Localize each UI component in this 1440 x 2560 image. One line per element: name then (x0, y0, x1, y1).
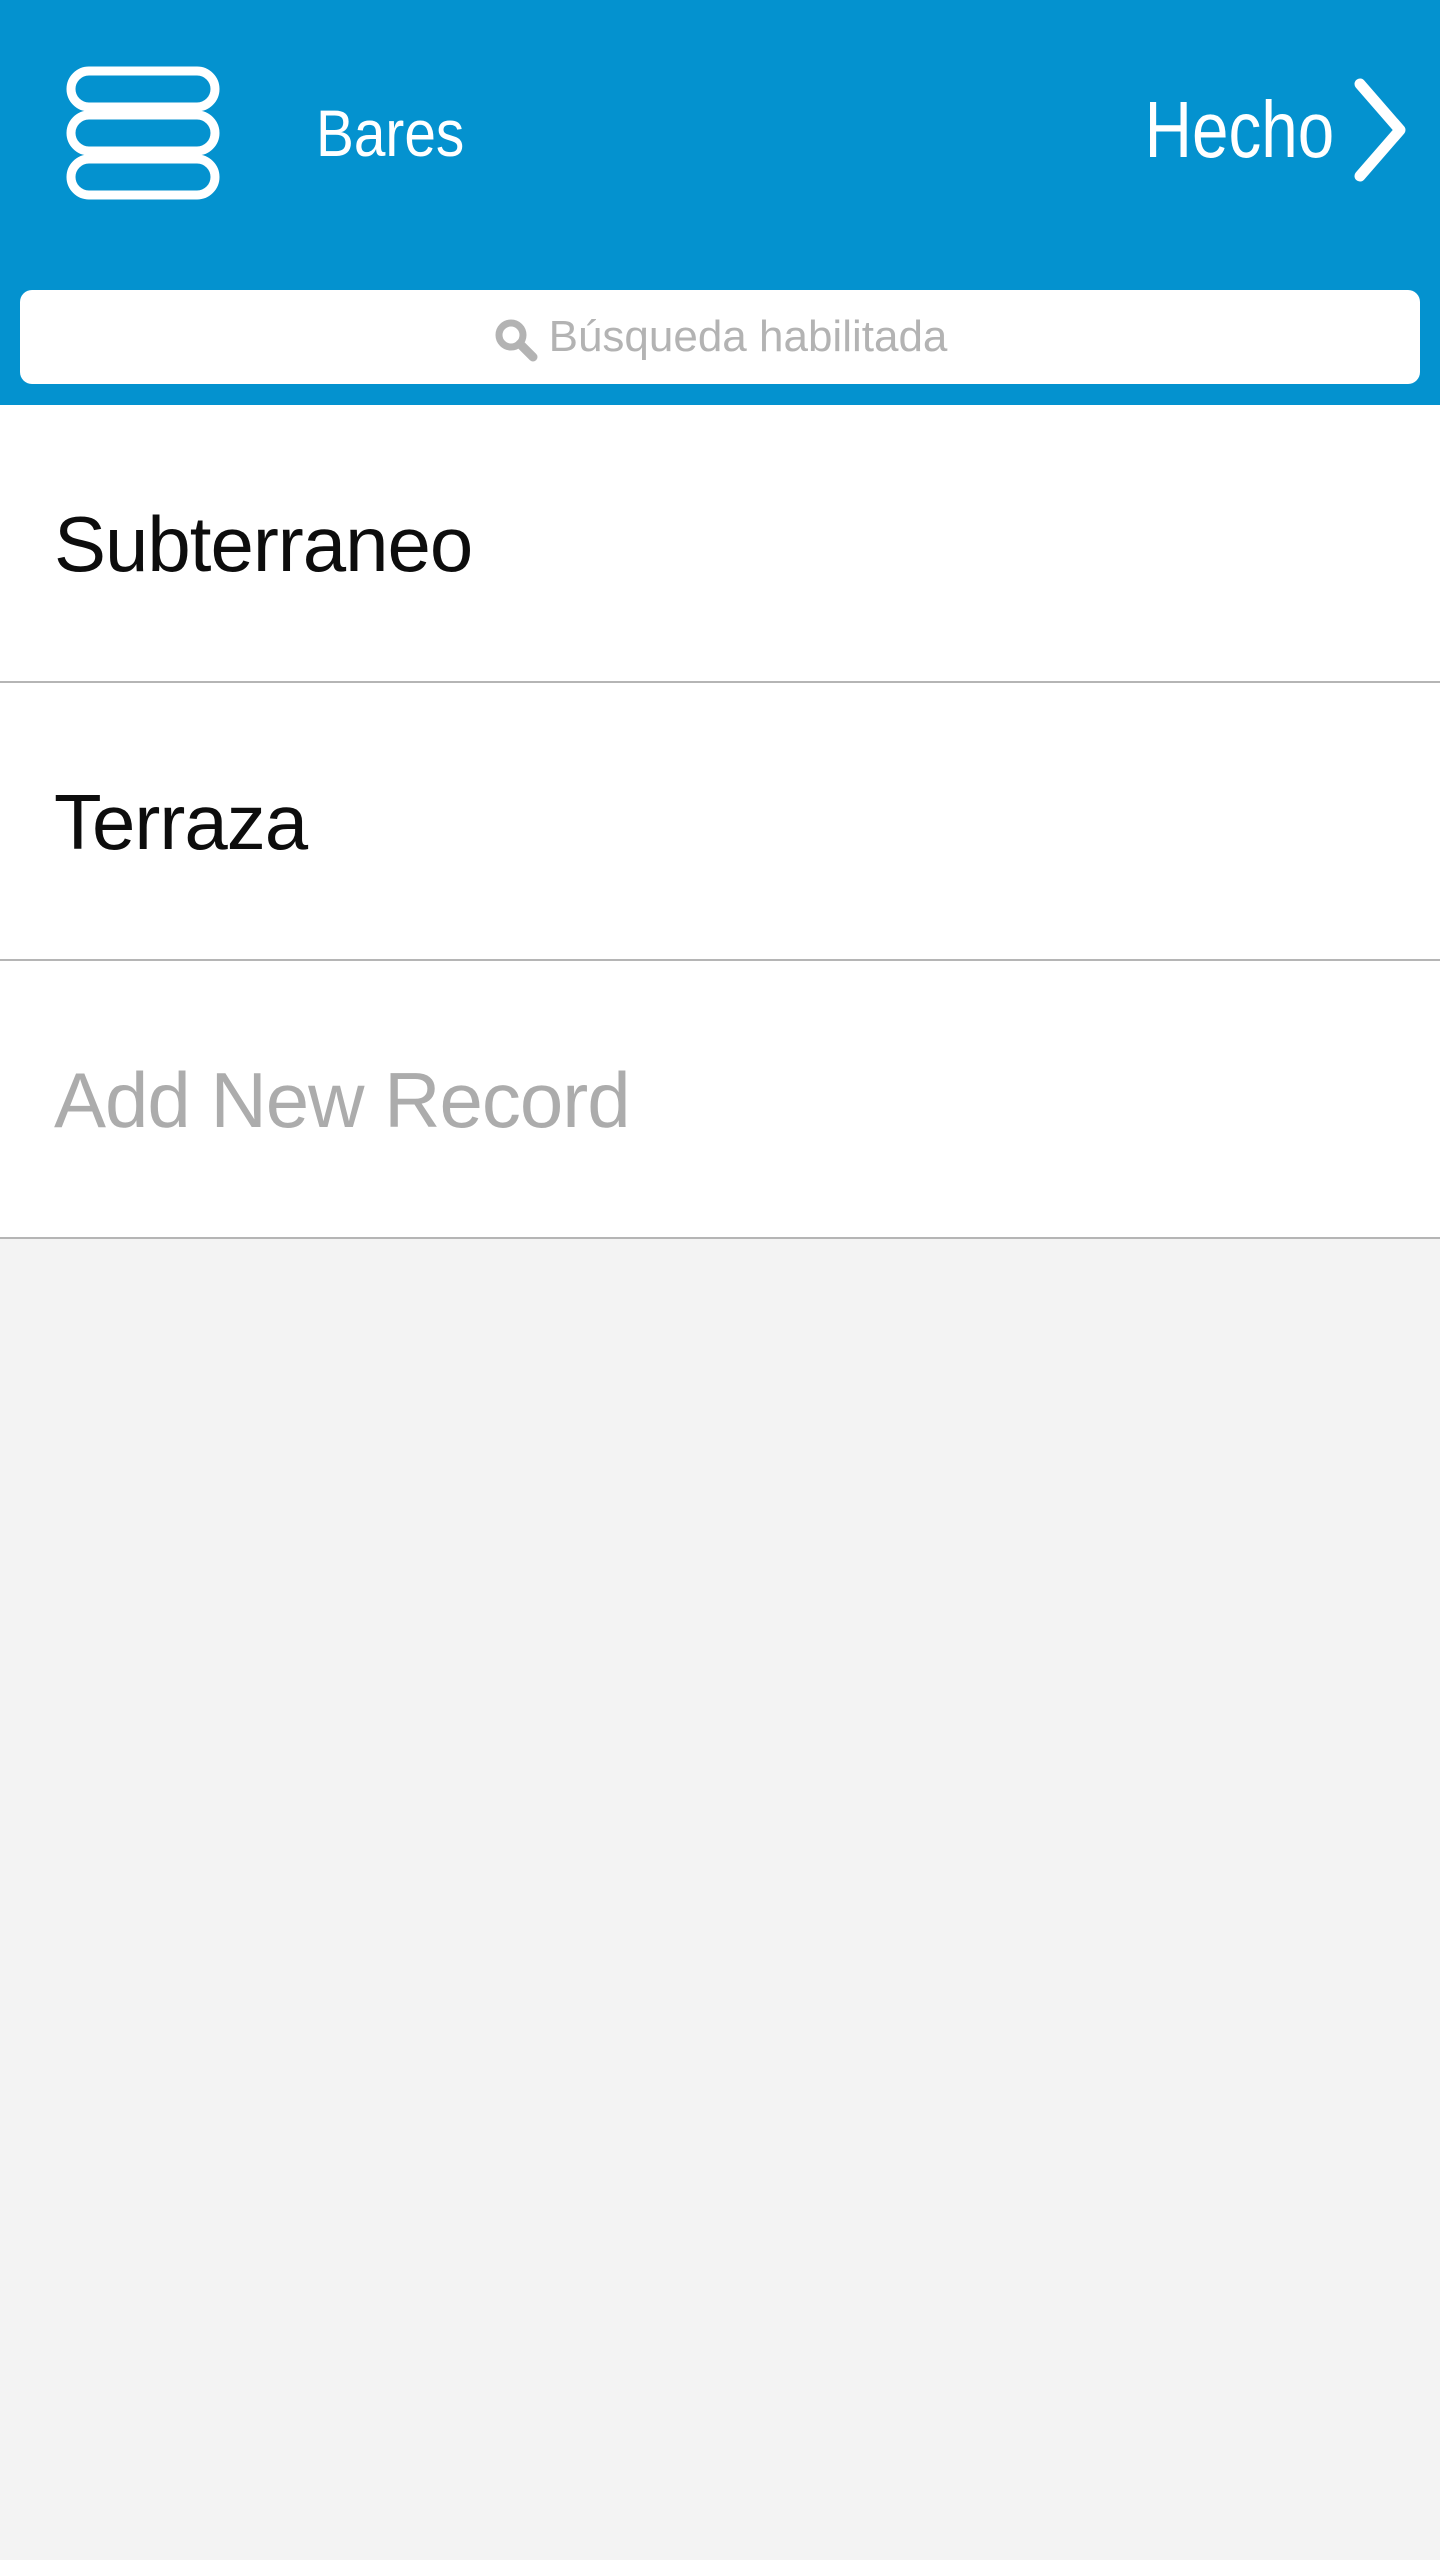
list-item[interactable]: Subterraneo (0, 405, 1440, 683)
add-new-record-button[interactable]: Add New Record (0, 961, 1440, 1239)
search-input[interactable]: Búsqueda habilitada (20, 290, 1420, 384)
search-placeholder: Búsqueda habilitada (548, 312, 948, 361)
done-button-label: Hecho (1144, 85, 1334, 174)
add-new-record-label: Add New Record (54, 1056, 631, 1144)
app-header: Bares Hecho Búsqueda habilitada (0, 0, 1440, 405)
chevron-right-icon (1352, 78, 1408, 182)
database-icon[interactable] (66, 66, 220, 200)
page-title: Bares (316, 96, 465, 170)
list-item-label: Subterraneo (54, 500, 473, 588)
record-list: Subterraneo Terraza Add New Record (0, 405, 1440, 1239)
screen: Bares Hecho Búsqueda habilitada Subterra… (0, 0, 1440, 2560)
done-button[interactable]: Hecho (1103, 70, 1408, 190)
search-icon (493, 317, 539, 363)
list-item-label: Terraza (54, 778, 308, 866)
list-item[interactable]: Terraza (0, 683, 1440, 961)
